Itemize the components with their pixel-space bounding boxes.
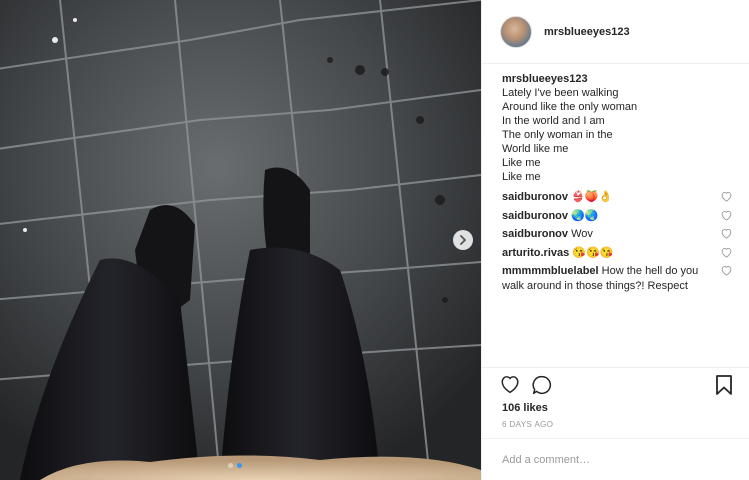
post-side-panel: mrsblueeyes123 mrsblueeyes123 Lately I'v… xyxy=(481,0,749,480)
heart-icon[interactable] xyxy=(721,229,732,239)
carousel-dot xyxy=(228,463,233,468)
post-photo xyxy=(0,0,481,480)
header-username[interactable]: mrsblueeyes123 xyxy=(544,26,630,38)
caption-line: Like me xyxy=(502,157,541,169)
comment-username[interactable]: arturito.rivas xyxy=(502,247,569,259)
heart-icon[interactable] xyxy=(721,266,732,276)
comment-username[interactable]: saidburonov xyxy=(502,210,568,222)
comment-icon xyxy=(532,375,552,395)
like-button[interactable] xyxy=(500,376,520,394)
caption-line: Like me xyxy=(502,171,541,183)
comment-list: mrsblueeyes123 Lately I've been walking … xyxy=(482,64,749,367)
comment-item: saidburonov Wov xyxy=(502,227,732,242)
caption-line: In the world and I am xyxy=(502,115,605,127)
post-header: mrsblueeyes123 xyxy=(482,0,749,64)
carousel-next-button[interactable] xyxy=(453,230,473,250)
caption-line: Lately I've been walking xyxy=(502,87,619,99)
save-button[interactable] xyxy=(716,375,732,395)
chevron-right-icon xyxy=(460,235,466,245)
caption-username[interactable]: mrsblueeyes123 xyxy=(502,72,732,86)
comment-text: 👙🍑👌 xyxy=(571,191,613,203)
heart-icon[interactable] xyxy=(721,247,732,258)
photo-illustration xyxy=(0,0,481,480)
caption-line: World like me xyxy=(502,143,569,155)
add-comment-bar xyxy=(482,438,749,480)
bookmark-icon xyxy=(716,375,732,395)
comment-username[interactable]: mmmmmbluelabel xyxy=(502,265,599,277)
comment-item: arturito.rivas 😘😘😘 xyxy=(502,246,732,261)
action-bar xyxy=(482,368,749,402)
like-count[interactable]: 106 likes xyxy=(482,402,749,414)
heart-icon xyxy=(501,376,519,394)
comment-text: 🌏🌏 xyxy=(571,209,599,222)
comment-button[interactable] xyxy=(532,375,552,395)
heart-icon[interactable] xyxy=(721,192,732,202)
comment-text: Wov xyxy=(571,228,593,240)
add-comment-input[interactable] xyxy=(502,453,722,466)
comment-item: saidburonov 🌏🌏 xyxy=(502,209,732,224)
comment-item: mmmmmbluelabel How the hell do you walk … xyxy=(502,264,732,293)
caption-line: The only woman in the xyxy=(502,129,613,141)
comment-username[interactable]: saidburonov xyxy=(502,228,568,240)
carousel-dot-active xyxy=(237,463,242,468)
avatar[interactable] xyxy=(500,15,532,48)
carousel-indicator xyxy=(228,463,242,468)
caption-line: Around like the only woman xyxy=(502,101,638,113)
post-timestamp: 6 DAYS AGO xyxy=(502,420,554,429)
post-actions: 106 likes 6 DAYS AGO xyxy=(482,367,749,429)
heart-icon[interactable] xyxy=(721,210,732,221)
comment-text: 😘😘😘 xyxy=(572,246,614,259)
comment-item: saidburonov 👙🍑👌 xyxy=(502,190,732,205)
caption: mrsblueeyes123 Lately I've been walking … xyxy=(502,72,732,184)
comment-username[interactable]: saidburonov xyxy=(502,191,568,203)
